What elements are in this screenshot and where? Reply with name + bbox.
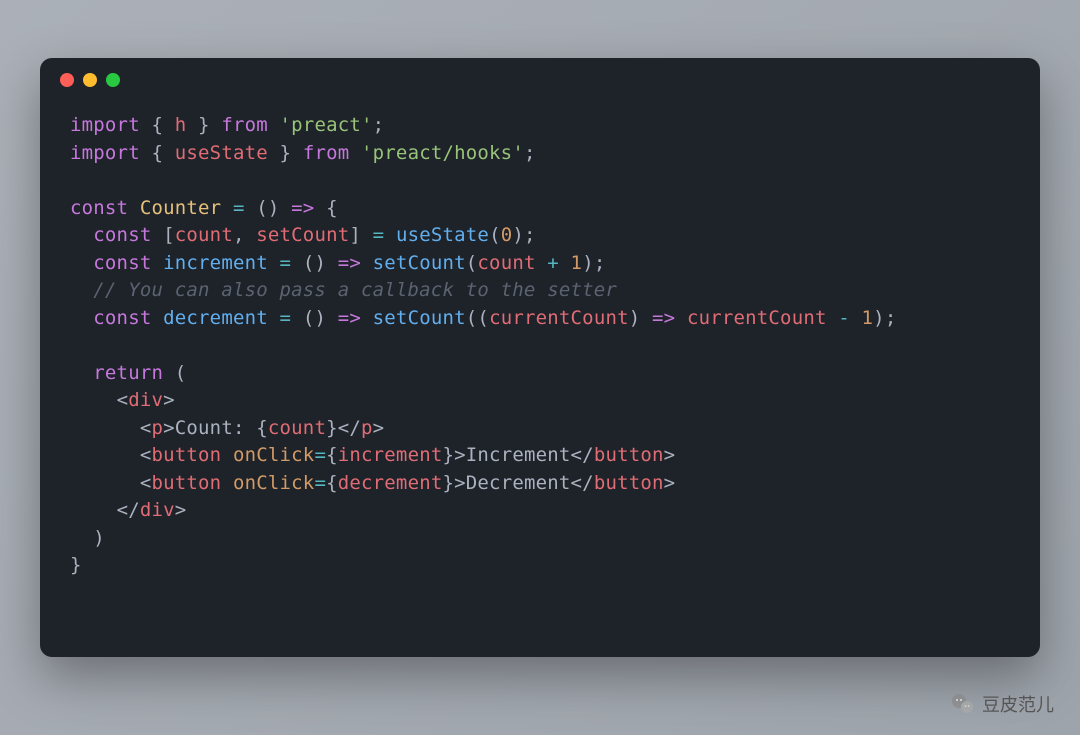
code-line: } (70, 554, 82, 576)
code-line: // You can also pass a callback to the s… (70, 279, 617, 301)
zoom-icon[interactable] (106, 73, 120, 87)
code-line: import { useState } from 'preact/hooks'; (70, 142, 536, 164)
code-line: const increment = () => setCount(count +… (70, 252, 605, 274)
wechat-icon (950, 692, 974, 716)
code-line: const Counter = () => { (70, 197, 338, 219)
code-editor: import { h } from 'preact'; import { use… (40, 102, 1040, 610)
code-line: ) (70, 527, 105, 549)
code-line: const decrement = () => setCount((curren… (70, 307, 896, 329)
code-window: import { h } from 'preact'; import { use… (40, 58, 1040, 657)
watermark-text: 豆皮范儿 (982, 691, 1054, 717)
window-titlebar (40, 58, 1040, 102)
code-line: <button onClick={decrement}>Decrement</b… (70, 472, 675, 494)
close-icon[interactable] (60, 73, 74, 87)
code-line: <p>Count: {count}</p> (70, 417, 384, 439)
code-line: <div> (70, 389, 175, 411)
code-line: return ( (70, 362, 186, 384)
code-line: </div> (70, 499, 186, 521)
minimize-icon[interactable] (83, 73, 97, 87)
code-line: import { h } from 'preact'; (70, 114, 384, 136)
code-line: <button onClick={increment}>Increment</b… (70, 444, 675, 466)
watermark: 豆皮范儿 (950, 691, 1054, 717)
code-line: const [count, setCount] = useState(0); (70, 224, 536, 246)
